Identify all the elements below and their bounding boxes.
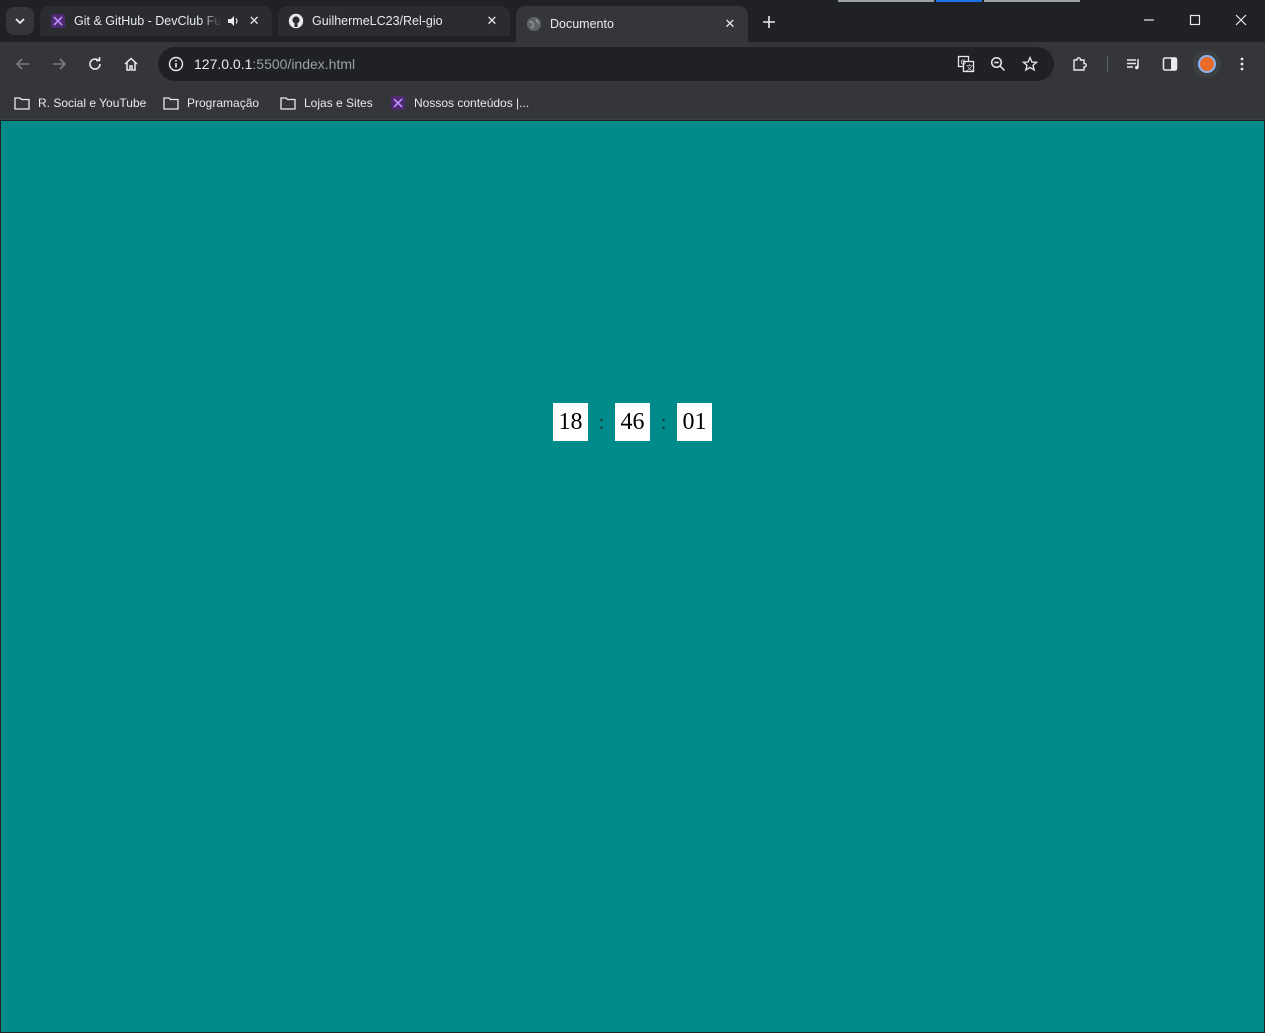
translate-icon[interactable]: G文 [954, 52, 978, 76]
url-text[interactable]: 127.0.0.1:5500/index.html [194, 56, 355, 72]
tab-github[interactable]: GuilhermeLC23/Rel-gio ✕ [278, 6, 510, 36]
close-icon [1235, 14, 1247, 26]
extensions-button[interactable] [1066, 50, 1094, 78]
clock-separator: : [660, 409, 667, 434]
window-frame-accent [838, 0, 934, 2]
menu-button[interactable] [1228, 50, 1256, 78]
home-icon [124, 57, 138, 71]
back-button[interactable] [9, 50, 37, 78]
arrow-left-icon [15, 58, 29, 70]
close-tab-icon[interactable]: ✕ [484, 13, 500, 29]
tab-title: Documento [550, 17, 614, 31]
github-icon [288, 13, 304, 29]
maximize-icon [1189, 14, 1201, 26]
new-tab-button[interactable] [755, 8, 783, 36]
plus-icon [763, 16, 775, 28]
folder-icon [163, 95, 179, 111]
puzzle-icon [1073, 57, 1087, 71]
bookmark-label: R. Social e YouTube [38, 96, 147, 110]
minimize-button[interactable] [1126, 0, 1172, 40]
bookmark-link[interactable]: Nossos conteúdos |... [390, 92, 529, 114]
address-bar[interactable]: 127.0.0.1:5500/index.html G文 [158, 47, 1054, 81]
bookmark-label: Lojas e Sites [304, 96, 373, 110]
media-queue-icon [1127, 59, 1139, 70]
close-window-button[interactable] [1218, 0, 1264, 40]
arrow-right-icon [53, 58, 67, 70]
site-info-icon[interactable] [164, 52, 188, 76]
zoom-icon[interactable] [986, 52, 1010, 76]
chevron-down-icon [15, 18, 25, 25]
clock-seconds: 01 [677, 403, 712, 441]
home-button[interactable] [117, 50, 145, 78]
side-panel-button[interactable] [1156, 50, 1184, 78]
globe-icon [526, 16, 542, 32]
forward-button[interactable] [45, 50, 73, 78]
browser-toolbar: 127.0.0.1:5500/index.html G文 [0, 42, 1265, 86]
bookmark-folder[interactable]: Lojas e Sites [280, 92, 373, 114]
close-tab-icon[interactable]: ✕ [246, 13, 262, 29]
url-host: 127.0.0.1 [194, 56, 253, 72]
tab-documento[interactable]: Documento ✕ [516, 6, 748, 42]
svg-text:文: 文 [966, 63, 973, 72]
digital-clock: 18 : 46 : 01 [553, 403, 712, 441]
tab-title: Git & GitHub - DevClub Full [74, 14, 223, 28]
reload-button[interactable] [81, 50, 109, 78]
clock-hours: 18 [553, 403, 588, 441]
bookmark-folder[interactable]: R. Social e YouTube [14, 92, 146, 114]
clock-minutes: 46 [615, 403, 650, 441]
side-panel-icon [1162, 57, 1178, 71]
window-frame-accent [936, 0, 982, 2]
devclub-icon [390, 95, 406, 111]
window-frame-accent [984, 0, 1080, 2]
close-tab-icon[interactable]: ✕ [722, 16, 738, 32]
minimize-icon [1144, 19, 1154, 21]
more-vert-icon [1240, 57, 1244, 71]
devclub-icon [50, 13, 66, 29]
media-control-button[interactable] [1120, 50, 1148, 78]
bookmark-folder[interactable]: Programação [163, 92, 259, 114]
tab-devclub[interactable]: Git & GitHub - DevClub Full ✕ [40, 6, 272, 36]
toolbar-divider [1107, 56, 1108, 72]
folder-icon [280, 95, 296, 111]
bookmark-star-icon[interactable] [1018, 52, 1042, 76]
profile-avatar[interactable] [1193, 50, 1221, 78]
url-path: :5500/index.html [252, 56, 356, 72]
page-viewport: 18 : 46 : 01 [1, 121, 1264, 1032]
bookmark-label: Programação [187, 96, 260, 110]
tab-strip: Git & GitHub - DevClub Full ✕ GuilhermeL… [0, 0, 1265, 42]
bookmarks-bar: R. Social e YouTube Programação Lojas e … [0, 86, 1265, 120]
clock-separator: : [598, 409, 605, 434]
speaker-icon[interactable] [226, 14, 240, 28]
folder-icon [14, 95, 30, 111]
maximize-button[interactable] [1172, 0, 1218, 40]
bookmark-label: Nossos conteúdos |... [414, 96, 530, 110]
tab-search-button[interactable] [6, 7, 34, 35]
reload-icon [89, 57, 101, 70]
tab-title: GuilhermeLC23/Rel-gio [312, 14, 443, 28]
avatar-image [1198, 55, 1216, 73]
